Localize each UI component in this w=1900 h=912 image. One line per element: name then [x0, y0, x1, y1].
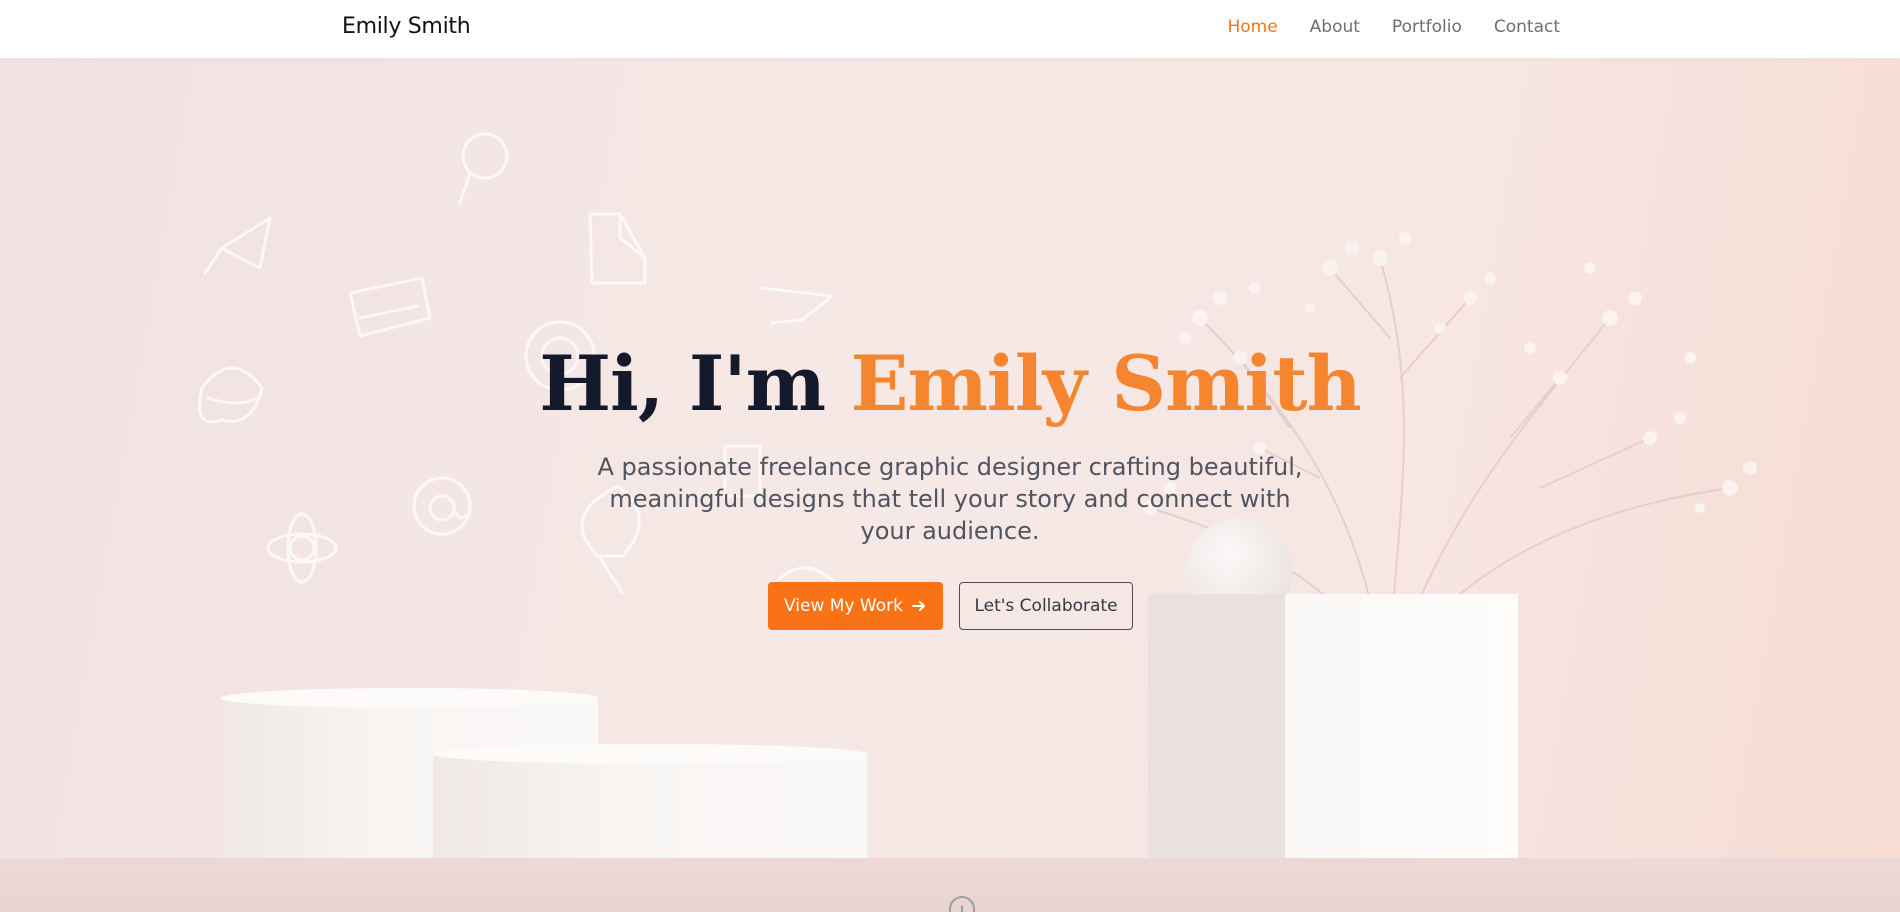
- flower-icon: [266, 512, 338, 584]
- nav-item-about[interactable]: About: [1310, 17, 1360, 37]
- arrow-right-icon: [911, 601, 925, 611]
- headline-name: Emily Smith: [850, 339, 1362, 428]
- main-nav: Home About Portfolio Contact: [1227, 17, 1560, 37]
- site-logo[interactable]: Emily Smith: [342, 14, 471, 39]
- site-header: Emily Smith Home About Portfolio Contact: [0, 0, 1900, 59]
- pen-tool-icon: [203, 216, 272, 275]
- nav-item-home[interactable]: Home: [1227, 17, 1277, 37]
- hero-headline: Hi, I'm Emily Smith: [0, 346, 1900, 422]
- headline-prefix: Hi, I'm: [539, 339, 851, 428]
- view-my-work-label: View My Work: [784, 596, 903, 616]
- rose-icon: [773, 566, 837, 585]
- nav-item-contact[interactable]: Contact: [1494, 17, 1560, 37]
- nav-item-portfolio[interactable]: Portfolio: [1392, 17, 1462, 37]
- lets-collaborate-button[interactable]: Let's Collaborate: [959, 582, 1133, 630]
- at-sign-icon: [412, 476, 472, 536]
- document-icon: [588, 212, 647, 285]
- hero-tagline: A passionate freelance graphic designer …: [597, 453, 1303, 545]
- view-my-work-button[interactable]: View My Work: [768, 582, 943, 630]
- magnifier-icon: [458, 132, 509, 205]
- hero-section: Hi, I'm Emily Smith A passionate freelan…: [0, 58, 1900, 912]
- scroll-wheel: [961, 905, 963, 912]
- flag-icon: [760, 286, 834, 325]
- lets-collaborate-label: Let's Collaborate: [974, 596, 1118, 616]
- credit-card-icon: [348, 276, 432, 338]
